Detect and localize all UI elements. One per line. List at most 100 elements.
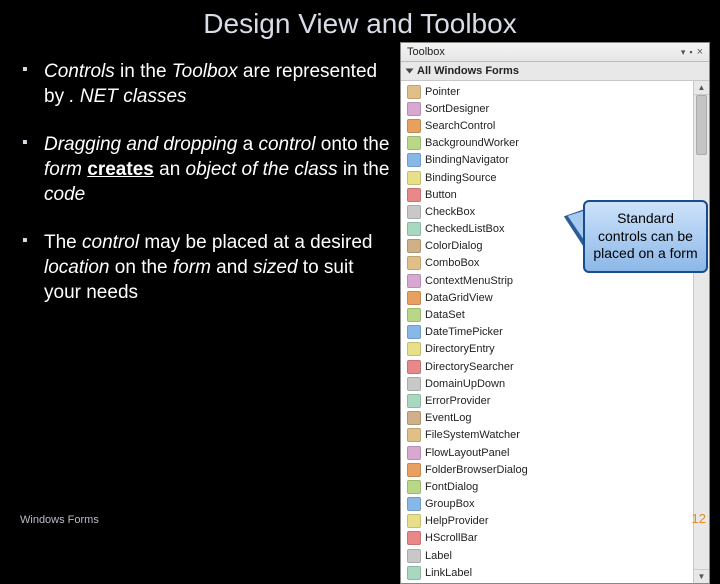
toolbox-item[interactable]: FontDialog	[401, 478, 693, 495]
toolbox-item[interactable]: DomainUpDown	[401, 375, 693, 392]
toolbox-item-label: GroupBox	[425, 498, 475, 510]
toolbox-item[interactable]: GroupBox	[401, 496, 693, 513]
control-icon	[407, 497, 421, 511]
toolbox-item[interactable]: ErrorProvider	[401, 392, 693, 409]
toolbox-item[interactable]: BackgroundWorker	[401, 135, 693, 152]
toolbox-item[interactable]: FileSystemWatcher	[401, 427, 693, 444]
toolbox-item[interactable]: HScrollBar	[401, 530, 693, 547]
toolbox-item-label: SearchControl	[425, 120, 495, 132]
bullet-item: Dragging and dropping a control onto the…	[20, 133, 395, 207]
control-icon	[407, 171, 421, 185]
toolbox-item[interactable]: HelpProvider	[401, 513, 693, 530]
control-icon	[407, 342, 421, 356]
toolbox-item[interactable]: BindingNavigator	[401, 152, 693, 169]
toolbox-item-label: HScrollBar	[425, 532, 478, 544]
toolbox-item-label: CheckBox	[425, 206, 475, 218]
bullet-item: Controls in the Toolbox are represented …	[20, 60, 395, 109]
page-number: 12	[692, 511, 706, 526]
toolbox-item[interactable]: Label	[401, 547, 693, 564]
callout-text: Standard controls can be placed on a for…	[593, 210, 697, 261]
control-icon	[407, 188, 421, 202]
control-icon	[407, 153, 421, 167]
toolbox-item[interactable]: FlowLayoutPanel	[401, 444, 693, 461]
control-icon	[407, 411, 421, 425]
pin-icon[interactable]: ▪	[689, 47, 692, 57]
expand-icon	[406, 69, 414, 74]
toolbox-item-label: BackgroundWorker	[425, 137, 519, 149]
bullet-item: The control may be placed at a desired l…	[20, 231, 395, 305]
toolbox-item-label: DomainUpDown	[425, 378, 505, 390]
toolbox-item[interactable]: BindingSource	[401, 169, 693, 186]
control-icon	[407, 549, 421, 563]
toolbox-item-label: BindingSource	[425, 172, 497, 184]
control-icon	[407, 480, 421, 494]
toolbox-item[interactable]: SortDesigner	[401, 100, 693, 117]
toolbox-item[interactable]: LinkLabel	[401, 564, 693, 581]
toolbox-item[interactable]: FolderBrowserDialog	[401, 461, 693, 478]
control-icon	[407, 360, 421, 374]
toolbox-panel: Toolbox ▾ ▪ × All Windows Forms Pointer S…	[400, 42, 710, 584]
control-icon	[407, 85, 421, 99]
control-icon	[407, 446, 421, 460]
control-icon	[407, 514, 421, 528]
toolbox-item[interactable]: SearchControl	[401, 117, 693, 134]
toolbox-item-label: HelpProvider	[425, 515, 489, 527]
toolbox-title-text: Toolbox	[407, 46, 677, 58]
toolbox-item-label: ComboBox	[425, 257, 479, 269]
footer-left: Windows Forms	[20, 514, 99, 526]
toolbox-item-label: Button	[425, 189, 457, 201]
control-icon	[407, 274, 421, 288]
toolbox-item-label: FolderBrowserDialog	[425, 464, 528, 476]
toolbox-item-label: DirectorySearcher	[425, 361, 514, 373]
dropdown-icon[interactable]: ▾	[681, 47, 686, 58]
toolbox-item[interactable]: DirectorySearcher	[401, 358, 693, 375]
toolbox-item-label: Pointer	[425, 86, 460, 98]
control-icon	[407, 308, 421, 322]
toolbox-titlebar: Toolbox ▾ ▪ ×	[401, 43, 709, 62]
control-icon	[407, 205, 421, 219]
control-icon	[407, 463, 421, 477]
toolbox-item[interactable]: EventLog	[401, 410, 693, 427]
toolbox-item-label: FlowLayoutPanel	[425, 447, 509, 459]
control-icon	[407, 566, 421, 580]
toolbox-item-label: ErrorProvider	[425, 395, 490, 407]
control-icon	[407, 377, 421, 391]
toolbox-item-label: DateTimePicker	[425, 326, 503, 338]
toolbox-list: Pointer SortDesigner SearchControl Backgrou…	[401, 81, 693, 583]
toolbox-item[interactable]: DateTimePicker	[401, 324, 693, 341]
scroll-thumb[interactable]	[696, 95, 707, 155]
control-icon	[407, 102, 421, 116]
toolbox-item[interactable]: DataGridView	[401, 289, 693, 306]
toolbox-category-header[interactable]: All Windows Forms	[401, 62, 709, 81]
toolbox-item-label: ColorDialog	[425, 240, 482, 252]
scroll-up-icon[interactable]: ▲	[694, 81, 709, 95]
toolbox-item[interactable]: DataSet	[401, 306, 693, 323]
close-icon[interactable]: ×	[697, 46, 703, 58]
toolbox-item-label: DataGridView	[425, 292, 493, 304]
scrollbar[interactable]: ▲ ▼	[693, 81, 709, 583]
toolbox-item-label: FileSystemWatcher	[425, 429, 520, 441]
toolbox-item-label: DirectoryEntry	[425, 343, 495, 355]
control-icon	[407, 119, 421, 133]
toolbox-item-label: ContextMenuStrip	[425, 275, 513, 287]
bullet-list: Controls in the Toolbox are represented …	[20, 60, 395, 330]
category-label: All Windows Forms	[417, 65, 519, 77]
scroll-down-icon[interactable]: ▼	[694, 569, 709, 583]
control-icon	[407, 222, 421, 236]
toolbox-item[interactable]: Pointer	[401, 83, 693, 100]
toolbox-item[interactable]: DirectoryEntry	[401, 341, 693, 358]
control-icon	[407, 256, 421, 270]
toolbox-item-label: BindingNavigator	[425, 154, 509, 166]
control-icon	[407, 239, 421, 253]
toolbox-item-label: DataSet	[425, 309, 465, 321]
control-icon	[407, 428, 421, 442]
control-icon	[407, 531, 421, 545]
toolbox-item-label: CheckedListBox	[425, 223, 505, 235]
toolbox-item[interactable]: ContextMenuStrip	[401, 272, 693, 289]
control-icon	[407, 325, 421, 339]
toolbox-item-label: SortDesigner	[425, 103, 489, 115]
toolbox-item-label: EventLog	[425, 412, 471, 424]
toolbox-item-label: LinkLabel	[425, 567, 472, 579]
control-icon	[407, 291, 421, 305]
callout-box: Standard controls can be placed on a for…	[583, 200, 708, 273]
